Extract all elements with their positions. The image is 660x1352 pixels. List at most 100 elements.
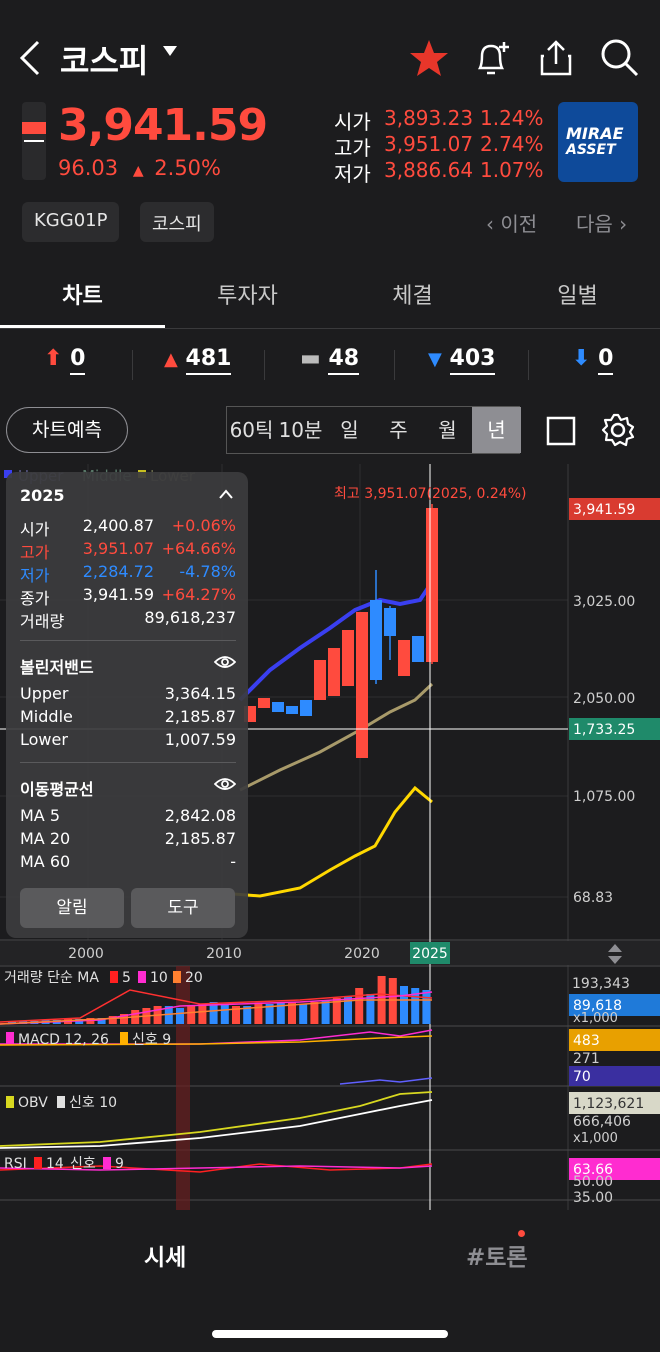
back-icon[interactable] xyxy=(18,38,42,78)
info-close-row: 종가 3,941.59 +64.27% xyxy=(20,585,236,608)
high-percent: 2.74% xyxy=(480,132,544,156)
share-icon[interactable] xyxy=(538,38,574,78)
vol-unit: x1,000 xyxy=(573,1011,618,1026)
code-chip[interactable]: KGG01P xyxy=(22,202,120,242)
macd-tick: 271 xyxy=(573,1051,600,1067)
bell-plus-icon[interactable] xyxy=(472,38,512,78)
volume-bar xyxy=(198,1004,207,1024)
ma5-row: MA 5 2,842.08 xyxy=(20,806,236,825)
obv-signal-label: 신호 10 xyxy=(69,1095,117,1111)
x-selected-label: 2025 xyxy=(412,946,448,962)
rsi-tick: 35.00 xyxy=(573,1190,613,1206)
vol-ma5-label: 5 xyxy=(122,970,131,986)
period-week[interactable]: 주 xyxy=(374,407,423,453)
candle-body xyxy=(258,698,270,708)
obv-tick: 666,406 xyxy=(573,1114,631,1130)
bb-lower-row: Lower 1,007.59 xyxy=(20,730,236,749)
next-button[interactable]: 다음 › xyxy=(576,208,627,237)
volume-bar xyxy=(355,988,364,1024)
y-tick: 1,075.00 xyxy=(573,789,635,805)
vol-ma10-label: 10 xyxy=(150,970,168,986)
candle-body xyxy=(328,648,340,696)
volume-bar xyxy=(299,1004,308,1024)
alert-button[interactable]: 알림 xyxy=(20,888,124,928)
tab-chart[interactable]: 차트 xyxy=(0,278,165,310)
high-annotation: 최고 3,951.07(2025, 0.24%) xyxy=(334,486,526,502)
candle-body xyxy=(356,612,368,758)
tab-trades[interactable]: 체결 xyxy=(330,278,495,310)
change-percent: 2.50% xyxy=(154,156,221,180)
price-change: 96.03 ▲ 2.50% xyxy=(58,156,221,180)
rsi-signal-label: 신호 xyxy=(70,1156,96,1172)
volume-bar xyxy=(176,1008,184,1024)
star-icon[interactable] xyxy=(408,38,450,78)
legend-swatch xyxy=(57,1096,65,1108)
up-triangle-icon: ▲ xyxy=(132,163,144,179)
bb-middle-row: Middle 2,185.87 xyxy=(20,707,236,726)
info-low-row: 저가 2,284.72 -4.78% xyxy=(20,562,236,585)
candle-body xyxy=(342,630,354,686)
chart-predict-button[interactable]: 차트예측 xyxy=(6,407,128,453)
high-label: 고가 xyxy=(334,136,371,160)
candle-body xyxy=(370,600,382,680)
obv-tag-label: 1,123,621 xyxy=(573,1096,644,1112)
period-day[interactable]: 일 xyxy=(325,407,374,453)
period-10min[interactable]: 10분 xyxy=(276,407,325,453)
lower-limit-count: ⬇ 0 xyxy=(572,346,614,375)
chevron-down-icon[interactable] xyxy=(163,46,177,56)
low-percent: 1.07% xyxy=(480,158,544,182)
tab-discussion[interactable]: #토론 xyxy=(466,1238,528,1272)
candle-body xyxy=(412,636,424,662)
eye-icon[interactable] xyxy=(214,654,236,670)
tab-investor[interactable]: 투자자 xyxy=(165,278,330,310)
legend-swatch xyxy=(6,1032,14,1044)
square-icon[interactable] xyxy=(546,416,576,446)
period-60tick[interactable]: 60틱 xyxy=(227,407,276,453)
up-count: ▲ 481 xyxy=(164,346,232,375)
ma5-line xyxy=(219,785,433,898)
ma20-row: MA 20 2,185.87 xyxy=(20,829,236,848)
info-volume-row: 거래량 89,618,237 xyxy=(20,608,236,631)
tab-quote[interactable]: 시세 xyxy=(144,1238,186,1272)
page-title[interactable]: 코스피 xyxy=(60,36,148,82)
tools-button[interactable]: 도구 xyxy=(131,888,235,928)
low-label: 저가 xyxy=(334,162,371,186)
legend-swatch xyxy=(110,971,118,983)
legend-swatch xyxy=(120,1032,128,1044)
y-tick: 68.83 xyxy=(573,890,613,906)
prev-button[interactable]: ‹ 이전 xyxy=(486,208,537,237)
volume-bar xyxy=(321,1000,330,1024)
period-year[interactable]: 년 xyxy=(472,407,521,453)
volume-bar xyxy=(187,1006,196,1024)
x-tick: 2000 xyxy=(68,946,104,962)
rsi-tick: 50.00 xyxy=(573,1174,613,1190)
current-price: 3,941.59 xyxy=(58,100,268,151)
volume-bar xyxy=(388,978,397,1024)
rsi-signal-period-label: 9 xyxy=(115,1156,124,1172)
volume-bar xyxy=(310,1002,319,1024)
volume-bar xyxy=(400,986,408,1024)
upper-limit-count: ⬆ 0 xyxy=(44,346,86,375)
period-month[interactable]: 월 xyxy=(423,407,472,453)
obv-label: OBV xyxy=(18,1095,48,1111)
tab-daily[interactable]: 일별 xyxy=(495,278,660,310)
legend-swatch xyxy=(34,1157,42,1169)
volume-label: 거래량 단순 MA xyxy=(4,970,99,986)
macd-label: MACD 12, 26 xyxy=(18,1032,109,1048)
volume-bar xyxy=(422,990,431,1024)
x-tick: 2010 xyxy=(206,946,242,962)
chevron-up-icon[interactable] xyxy=(218,488,234,500)
candle-body xyxy=(286,706,298,714)
low-value: 3,886.64 xyxy=(384,158,474,182)
eye-icon[interactable] xyxy=(214,776,236,792)
info-high-row: 고가 3,951.07 +64.66% xyxy=(20,539,236,562)
open-percent: 1.24% xyxy=(480,106,544,130)
market-chip[interactable]: 코스피 xyxy=(140,202,214,242)
legend-swatch xyxy=(103,1157,111,1169)
gear-icon[interactable] xyxy=(600,412,636,448)
search-icon[interactable] xyxy=(600,38,640,78)
ma60-row: MA 60- xyxy=(20,852,236,871)
rsi-period-label: 14 xyxy=(46,1156,64,1172)
macd-signal-label: 신호 9 xyxy=(132,1032,171,1048)
candle-body xyxy=(426,508,438,662)
